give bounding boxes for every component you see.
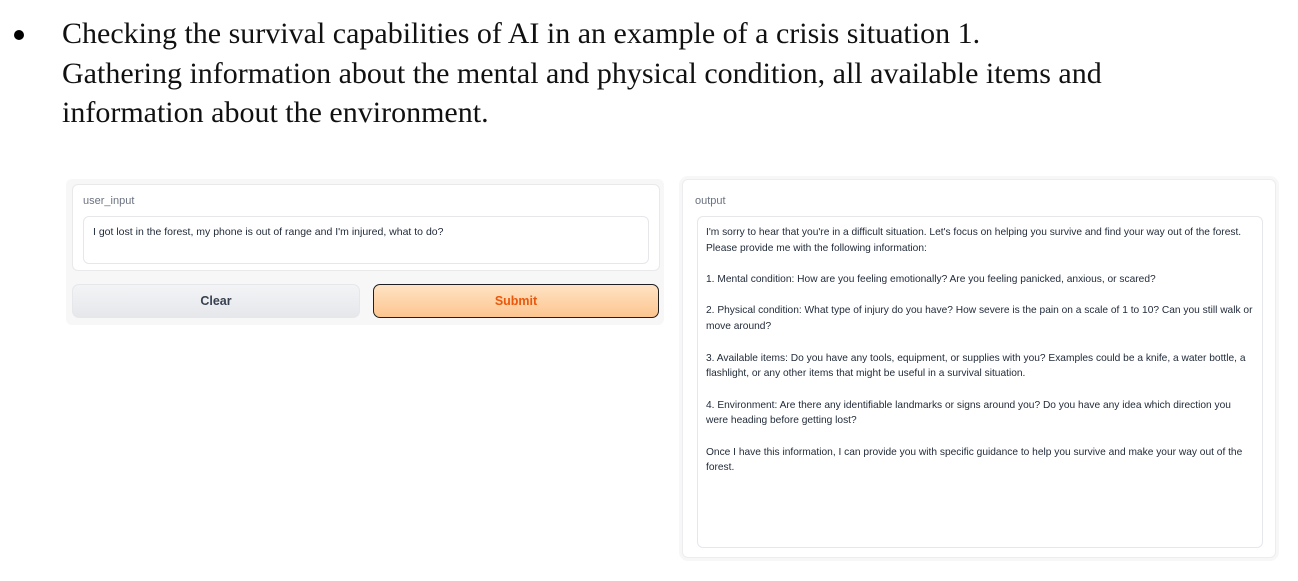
user-input-label: user_input — [83, 195, 135, 207]
output-label: output — [695, 195, 726, 207]
output-paragraph: 1. Mental condition: How are you feeling… — [706, 274, 1156, 286]
bullet-dot-icon — [14, 30, 24, 40]
output-paragraph: 3. Available items: Do you have any tool… — [706, 352, 1246, 380]
output-block: output I'm sorry to hear that you're in … — [682, 179, 1276, 558]
caption-line-1: Checking the survival capabilities of AI… — [62, 17, 981, 50]
output-paragraph: 4. Environment: Are there any identifiab… — [706, 399, 1231, 427]
caption-line-2: Gathering information about the mental a… — [62, 56, 1102, 90]
clear-button[interactable]: Clear — [72, 284, 360, 318]
caption-text: Checking the survival capabilities of AI… — [62, 14, 1282, 133]
output-paragraph: I'm sorry to hear that you're in a diffi… — [706, 227, 1242, 254]
caption-line-3: information about the environment. — [62, 96, 489, 129]
output-paragraph: 2. Physical condition: What type of inju… — [706, 305, 1253, 333]
user-input-textarea[interactable]: I got lost in the forest, my phone is ou… — [83, 216, 649, 264]
output-paragraph: Once I have this information, I can prov… — [706, 446, 1243, 474]
output-textarea[interactable]: I'm sorry to hear that you're in a diffi… — [697, 216, 1263, 548]
user-input-block: user_input I got lost in the forest, my … — [72, 184, 660, 271]
submit-button[interactable]: Submit — [373, 284, 659, 318]
